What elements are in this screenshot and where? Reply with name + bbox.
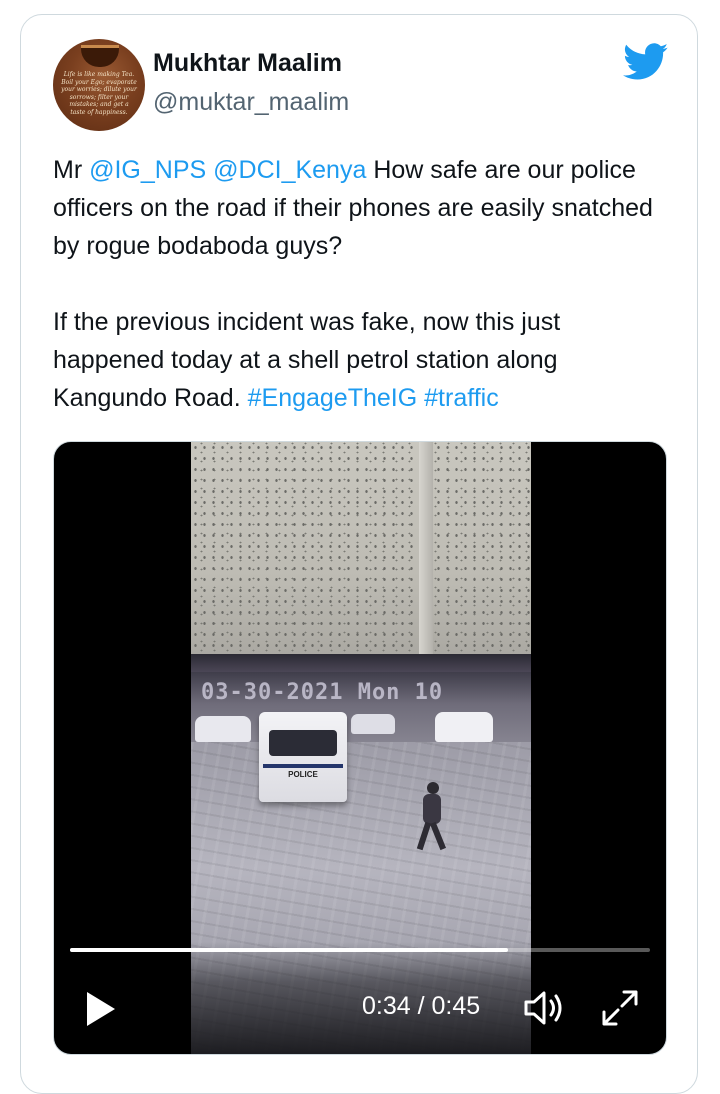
video-controls: 0:34 / 0:45 [54, 972, 666, 1052]
mention-dci-kenya[interactable]: @DCI_Kenya [213, 156, 366, 184]
volume-icon[interactable] [522, 988, 566, 1028]
person-body [423, 794, 441, 824]
video-time: 0:34 / 0:45 [362, 992, 481, 1020]
vehicle-stripe [263, 764, 343, 768]
hashtag-traffic[interactable]: #traffic [424, 384, 499, 412]
running-person [416, 782, 447, 852]
avatar-quote: Life is like making Tea. Boil your Ego; … [61, 71, 137, 116]
vehicle-windshield [269, 730, 337, 756]
tea-cup-icon [81, 45, 119, 67]
video-player[interactable]: 03-30-2021 Mon 10 POLICE 0:34 / 0:45 [53, 441, 667, 1055]
play-icon[interactable] [84, 990, 118, 1028]
police-vehicle: POLICE [259, 712, 347, 802]
author-handle[interactable]: @muktar_maalim [153, 88, 349, 117]
tweet-card[interactable]: Life is like making Tea. Boil your Ego; … [20, 14, 698, 1094]
author-name[interactable]: Mukhtar Maalim [153, 49, 342, 78]
video-progress-bar[interactable] [70, 948, 650, 952]
person-head [427, 782, 439, 794]
twitter-bird-icon[interactable] [623, 43, 669, 81]
monitor-edge [191, 654, 531, 672]
hashtag-engagetheig[interactable]: #EngageTheIG [248, 384, 418, 412]
tweet-paragraph-1: Mr @IG_NPS @DCI_Kenya How safe are our p… [53, 151, 673, 265]
person-leg [429, 821, 447, 851]
vehicle-label: POLICE [288, 770, 318, 779]
avatar[interactable]: Life is like making Tea. Boil your Ego; … [53, 39, 145, 131]
person-leg [416, 821, 432, 851]
cctv-timestamp: 03-30-2021 Mon 10 [201, 680, 444, 705]
tweet-paragraph-2: If the previous incident was fake, now t… [53, 303, 673, 417]
ceiling-beam [419, 442, 433, 670]
video-progress-fill [70, 948, 508, 952]
parked-car [351, 714, 395, 734]
ceiling-texture [191, 442, 531, 670]
parked-car [195, 716, 251, 742]
fullscreen-icon[interactable] [600, 988, 640, 1028]
text-prefix: Mr [53, 156, 90, 184]
mention-ig-nps[interactable]: @IG_NPS [89, 156, 206, 184]
tweet-text: Mr @IG_NPS @DCI_Kenya How safe are our p… [53, 151, 673, 417]
parked-car [435, 712, 493, 742]
video-frame[interactable]: 03-30-2021 Mon 10 POLICE [191, 442, 531, 1054]
